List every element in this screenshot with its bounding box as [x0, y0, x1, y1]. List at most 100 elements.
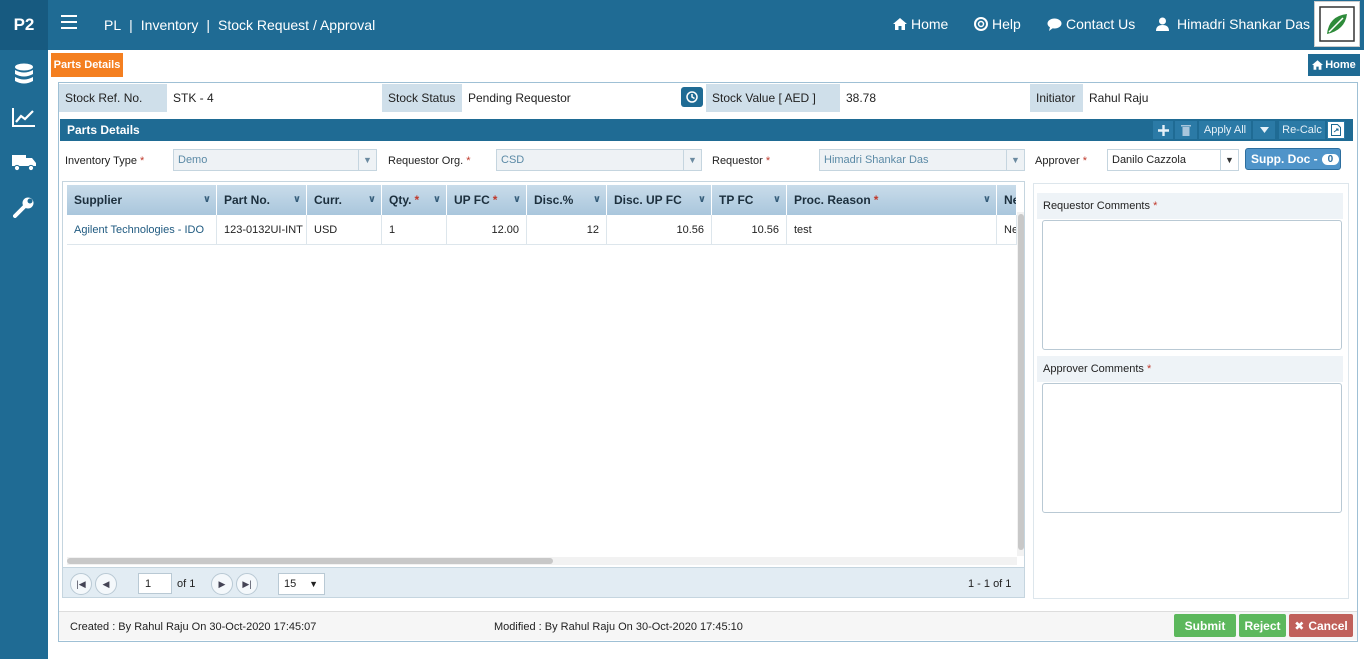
grid-cell[interactable]: USD — [307, 215, 382, 245]
caret-down-icon — [1259, 127, 1269, 133]
nav-help-label: Help — [992, 16, 1021, 32]
horizontal-scrollbar[interactable] — [67, 557, 1017, 565]
stock-value-value: 38.78 — [846, 91, 877, 105]
prev-page-button[interactable]: ◀ — [95, 573, 117, 595]
chevron-down-icon[interactable]: ∨ — [983, 194, 991, 205]
table-row[interactable]: Agilent Technologies - IDO 123-0132UI-INT… — [67, 215, 1017, 245]
status-history-icon[interactable] — [681, 87, 703, 107]
prev-page-icon: ◀ — [102, 578, 110, 589]
reject-button[interactable]: Reject — [1239, 614, 1286, 637]
column-header[interactable]: Disc. UP FC ∨ — [607, 185, 712, 215]
comments-panel: Requestor Comments * Approver Comments * — [1033, 183, 1349, 599]
wrench-icon[interactable] — [12, 195, 36, 219]
tab-parts-details[interactable]: Parts Details — [51, 53, 123, 77]
chevron-down-icon[interactable]: ∨ — [698, 194, 706, 205]
page-count: of 1 — [177, 578, 196, 590]
supp-doc-label: Supp. Doc - — [1251, 152, 1318, 166]
chevron-down-icon[interactable]: ∨ — [368, 194, 376, 205]
pager-summary: 1 - 1 of 1 — [968, 578, 1012, 590]
grid-cell[interactable]: 12.00 — [447, 215, 527, 245]
breadcrumb: PL | Inventory | Stock Request / Approval — [104, 17, 376, 33]
column-header[interactable]: Supplier ∨ — [67, 185, 217, 215]
approver-select[interactable]: Danilo Cazzola ▼ — [1107, 149, 1239, 171]
stock-status-value: Pending Requestor — [468, 91, 571, 105]
stock-status-label: Stock Status — [382, 84, 462, 112]
requestor-comments-input[interactable] — [1042, 220, 1342, 350]
grid-cell[interactable]: 1 — [382, 215, 447, 245]
chevron-down-icon[interactable]: ∨ — [203, 194, 211, 205]
export-button[interactable] — [1327, 121, 1345, 139]
chevron-down-icon[interactable]: ∨ — [293, 194, 301, 205]
app-logo[interactable]: P2 — [0, 0, 48, 50]
column-header-label: Ne — [1004, 193, 1016, 207]
caret-down-icon: ▼ — [309, 579, 318, 589]
recalc-button[interactable]: Re-Calc — [1279, 121, 1325, 139]
chevron-down-icon[interactable]: ∨ — [433, 194, 441, 205]
stock-value-label: Stock Value [ AED ] — [706, 84, 840, 112]
nav-user[interactable]: Himadri Shankar Das — [1156, 16, 1310, 32]
initiator-label: Initiator — [1030, 84, 1083, 112]
breadcrumb-item: Stock Request / Approval — [218, 17, 376, 33]
last-page-button[interactable]: ▶| — [236, 573, 258, 595]
grid-cell[interactable]: 12 — [527, 215, 607, 245]
add-row-button[interactable] — [1153, 121, 1173, 139]
nav-contact[interactable]: Contact Us — [1047, 16, 1135, 32]
nav-help[interactable]: Help — [974, 16, 1021, 32]
requestor-label: Requestor * — [712, 155, 771, 167]
delete-row-button[interactable] — [1175, 121, 1197, 139]
column-header[interactable]: Ne — [997, 185, 1017, 215]
chevron-down-icon[interactable]: ∨ — [593, 194, 601, 205]
requestor-org-value: CSD — [501, 154, 525, 166]
grid-cell[interactable]: 10.56 — [607, 215, 712, 245]
grid-cell[interactable]: Ne — [997, 215, 1017, 245]
column-header-label: Qty. — [389, 193, 412, 207]
requestor-select[interactable]: Himadri Shankar Das ▼ — [819, 149, 1025, 171]
grid-cell[interactable]: 123-0132UI-INT — [217, 215, 307, 245]
initiator-value: Rahul Raju — [1089, 91, 1149, 105]
grid-cell[interactable]: Agilent Technologies - IDO — [67, 215, 217, 245]
grid-pager: |◀ ◀ 1 of 1 ▶ ▶| 15 ▼ 1 - 1 of 1 — [63, 567, 1024, 597]
column-header[interactable]: Qty. * ∨ — [382, 185, 447, 215]
sidebar — [0, 50, 48, 659]
requestor-org-select[interactable]: CSD ▼ — [496, 149, 702, 171]
chart-icon[interactable] — [12, 105, 36, 129]
nav-home-label: Home — [911, 16, 949, 32]
next-page-button[interactable]: ▶ — [211, 573, 233, 595]
column-header[interactable]: UP FC * ∨ — [447, 185, 527, 215]
column-header[interactable]: Proc. Reason * ∨ — [787, 185, 997, 215]
last-page-icon: ▶| — [242, 578, 252, 589]
cancel-label: Cancel — [1308, 618, 1348, 633]
section-title: Parts Details — [67, 123, 140, 137]
nav-contact-label: Contact Us — [1066, 16, 1136, 32]
page-input[interactable]: 1 — [138, 573, 172, 594]
vertical-scrollbar[interactable] — [1017, 212, 1024, 556]
supp-doc-button[interactable]: Supp. Doc - 0 — [1245, 148, 1341, 170]
approver-comments-label: Approver Comments * — [1037, 356, 1343, 382]
approver-comments-input[interactable] — [1042, 383, 1342, 513]
inventory-type-select[interactable]: Demo ▼ — [173, 149, 377, 171]
apply-all-dropdown[interactable] — [1253, 121, 1275, 139]
chevron-down-icon[interactable]: ∨ — [513, 194, 521, 205]
breadcrumb-item[interactable]: Inventory — [141, 17, 199, 33]
page-size-select[interactable]: 15 ▼ — [278, 573, 325, 595]
first-page-button[interactable]: |◀ — [70, 573, 92, 595]
truck-icon[interactable] — [12, 150, 36, 174]
home-button[interactable]: Home — [1308, 54, 1360, 76]
audit-footer: Created : By Rahul Raju On 30-Oct-2020 1… — [59, 611, 1357, 640]
menu-icon[interactable] — [61, 15, 77, 31]
breadcrumb-item[interactable]: PL — [104, 17, 121, 33]
column-header[interactable]: Disc.% ∨ — [527, 185, 607, 215]
column-header[interactable]: TP FC ∨ — [712, 185, 787, 215]
submit-button[interactable]: Submit — [1174, 614, 1236, 637]
apply-all-button[interactable]: Apply All — [1199, 121, 1251, 139]
cancel-button[interactable]: ✖ Cancel — [1289, 614, 1353, 637]
column-header[interactable]: Part No. ∨ — [217, 185, 307, 215]
approver-value: Danilo Cazzola — [1112, 154, 1186, 166]
grid-cell[interactable]: 10.56 — [712, 215, 787, 245]
column-header[interactable]: Curr. ∨ — [307, 185, 382, 215]
file-export-icon — [1331, 124, 1341, 136]
chevron-down-icon[interactable]: ∨ — [773, 194, 781, 205]
nav-home[interactable]: Home — [893, 16, 948, 32]
grid-cell[interactable]: test — [787, 215, 997, 245]
database-icon[interactable] — [12, 62, 36, 86]
